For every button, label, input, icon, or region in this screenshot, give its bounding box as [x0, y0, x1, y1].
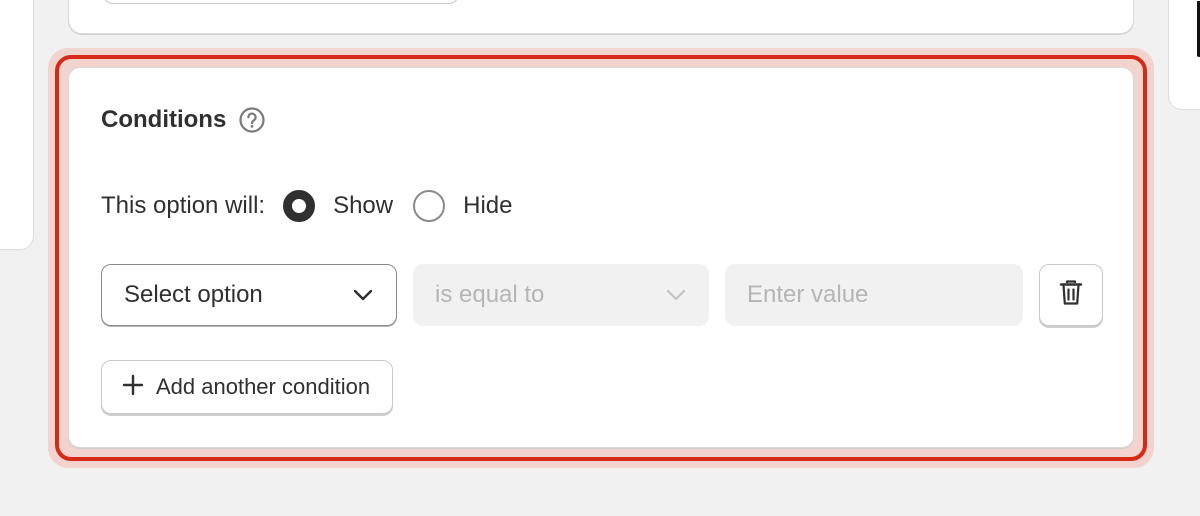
- delete-condition-button[interactable]: [1039, 264, 1103, 326]
- plus-icon: [122, 374, 144, 401]
- radio-hide[interactable]: Hide: [413, 190, 512, 222]
- previous-card: [68, 0, 1134, 34]
- radio-show[interactable]: Show: [283, 190, 393, 222]
- add-condition-button[interactable]: Add another condition: [101, 360, 394, 414]
- select-option-dropdown[interactable]: Select option: [101, 264, 397, 326]
- select-option-value: Select option: [124, 281, 263, 308]
- radio-show-label[interactable]: Show: [333, 192, 393, 220]
- conditions-title: Conditions: [101, 106, 227, 133]
- add-condition-label: Add another condition: [156, 374, 371, 399]
- conditions-card: Conditions This option will: Show Hide S…: [68, 67, 1134, 448]
- radio-show-indicator[interactable]: [283, 190, 316, 222]
- right-panel: [1168, 0, 1200, 110]
- radio-hide-label[interactable]: Hide: [463, 192, 512, 220]
- trash-icon: [1058, 279, 1084, 312]
- operator-value: is equal to: [435, 281, 545, 308]
- visibility-row: This option will: Show Hide: [101, 190, 512, 222]
- question-circle-icon[interactable]: [238, 106, 266, 134]
- previous-card-field: [103, 0, 459, 4]
- condition-value-input[interactable]: [725, 264, 1023, 326]
- left-panel: [0, 0, 34, 250]
- radio-hide-indicator[interactable]: [413, 190, 446, 222]
- operator-dropdown[interactable]: is equal to: [413, 264, 709, 326]
- chevron-down-icon: [665, 281, 687, 309]
- chevron-down-icon: [352, 281, 374, 309]
- conditions-header: Conditions: [101, 106, 266, 134]
- visibility-label: This option will:: [101, 192, 266, 219]
